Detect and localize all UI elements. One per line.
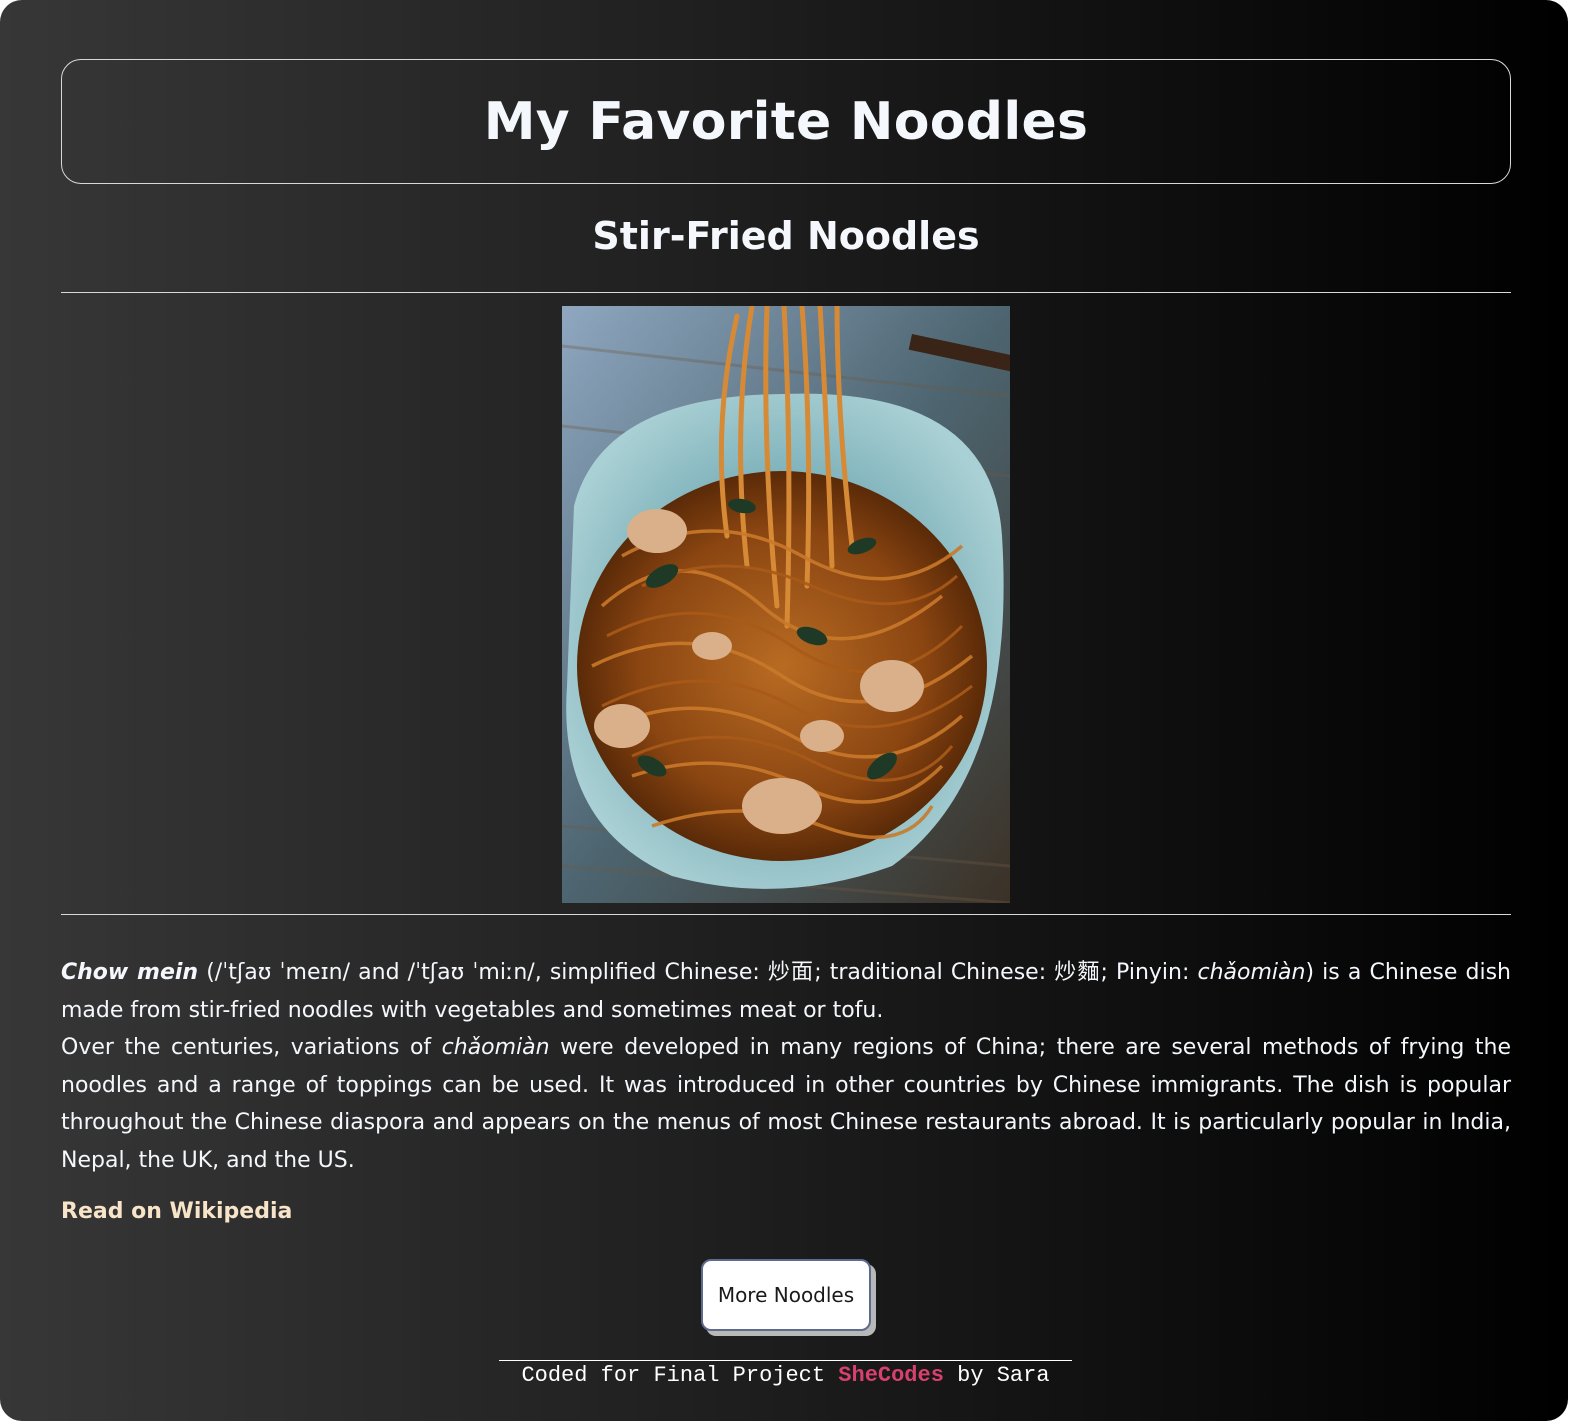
description-text: (/ˈtʃaʊ ˈmeɪn/ and /ˈtʃaʊ ˈmiːn/, simpli… <box>198 960 1198 985</box>
description-paragraph-1: Chow mein (/ˈtʃaʊ ˈmeɪn/ and /ˈtʃaʊ ˈmiː… <box>61 954 1511 1029</box>
section-title: Stir-Fried Noodles <box>592 214 980 258</box>
divider-bottom <box>61 914 1511 915</box>
page: My Favorite Noodles Stir-Fried Noodles C… <box>0 0 1568 1421</box>
dish-term: Chow mein <box>61 960 199 985</box>
page-title: My Favorite Noodles <box>483 91 1089 152</box>
footer-suffix: by Sara <box>943 1363 1050 1388</box>
footer-brand: SheCodes <box>838 1363 944 1388</box>
more-noodles-button[interactable]: More Noodles <box>701 1259 871 1331</box>
header-box: My Favorite Noodles <box>61 59 1511 184</box>
wikipedia-link[interactable]: Read on Wikipedia <box>61 1199 292 1224</box>
divider-top <box>61 292 1511 293</box>
footer-prefix: Coded for Final Project <box>521 1363 839 1388</box>
noodles-photo <box>562 306 1010 903</box>
description-paragraph-2: Over the centuries, variations of chǎomi… <box>61 1029 1511 1179</box>
pinyin-term: chǎomiàn <box>1197 960 1306 985</box>
description-text: Over the centuries, variations of <box>61 1035 442 1060</box>
footer: Coded for Final Project SheCodes by Sara <box>499 1360 1072 1388</box>
pinyin-term: chǎomiàn <box>441 1035 550 1060</box>
noodles-image <box>562 306 1010 903</box>
description: Chow mein (/ˈtʃaʊ ˈmeɪn/ and /ˈtʃaʊ ˈmiː… <box>61 954 1511 1179</box>
